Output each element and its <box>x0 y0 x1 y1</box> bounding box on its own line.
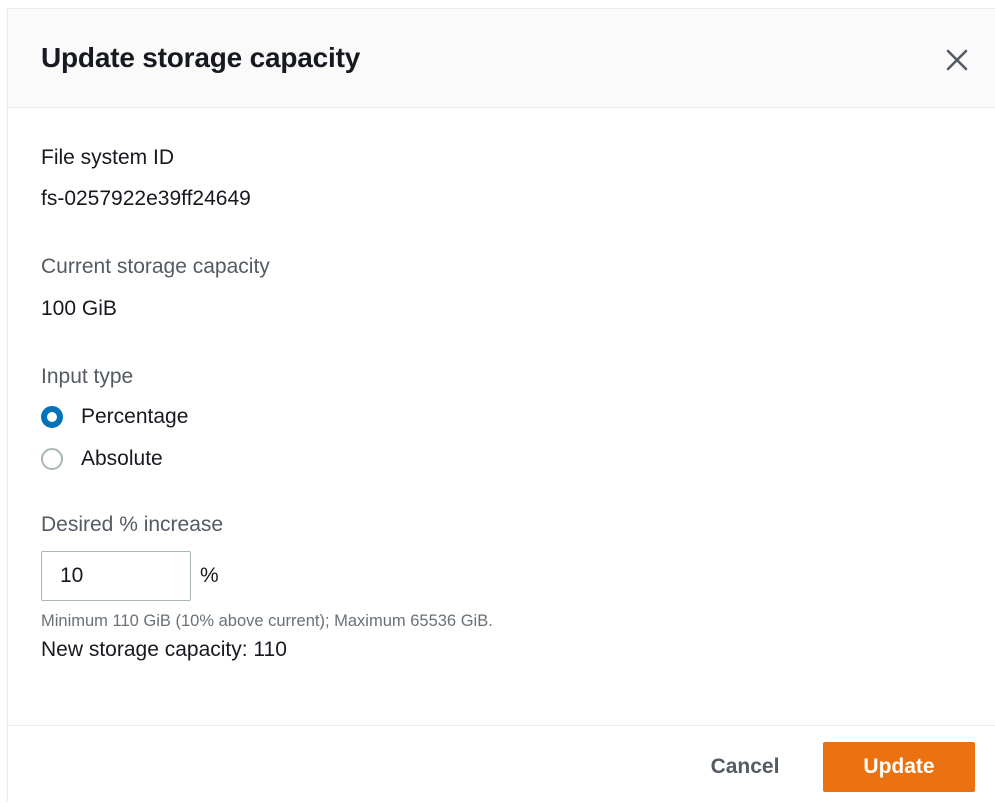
dialog-header: Update storage capacity <box>8 9 995 108</box>
percent-unit: % <box>200 564 219 587</box>
radio-unselected-icon <box>41 448 63 470</box>
close-button[interactable] <box>942 45 972 75</box>
capacity-constraint-hint: Minimum 110 GiB (10% above current); Max… <box>41 612 493 630</box>
dialog-title: Update storage capacity <box>41 42 361 73</box>
radio-percentage-label: Percentage <box>81 405 189 428</box>
input-type-label: Input type <box>41 365 134 388</box>
radio-absolute[interactable]: Absolute <box>41 445 163 473</box>
radio-selected-icon <box>41 406 63 428</box>
cancel-button[interactable]: Cancel <box>690 742 800 792</box>
current-capacity-value: 100 GiB <box>41 297 117 320</box>
radio-absolute-label: Absolute <box>81 447 163 470</box>
current-capacity-label: Current storage capacity <box>41 255 270 278</box>
dialog-footer: Cancel Update <box>8 725 995 803</box>
new-storage-capacity: New storage capacity: 110 <box>41 638 287 661</box>
file-system-id-value: fs-0257922e39ff24649 <box>41 187 251 210</box>
desired-increase-input[interactable] <box>42 552 190 600</box>
update-storage-capacity-dialog: Update storage capacity File system ID f… <box>7 8 995 803</box>
desired-increase-label: Desired % increase <box>41 513 224 536</box>
update-button[interactable]: Update <box>823 742 975 792</box>
desired-increase-field[interactable] <box>41 551 191 601</box>
close-icon <box>942 45 972 75</box>
file-system-id-label: File system ID <box>41 146 175 169</box>
radio-percentage[interactable]: Percentage <box>41 403 188 431</box>
